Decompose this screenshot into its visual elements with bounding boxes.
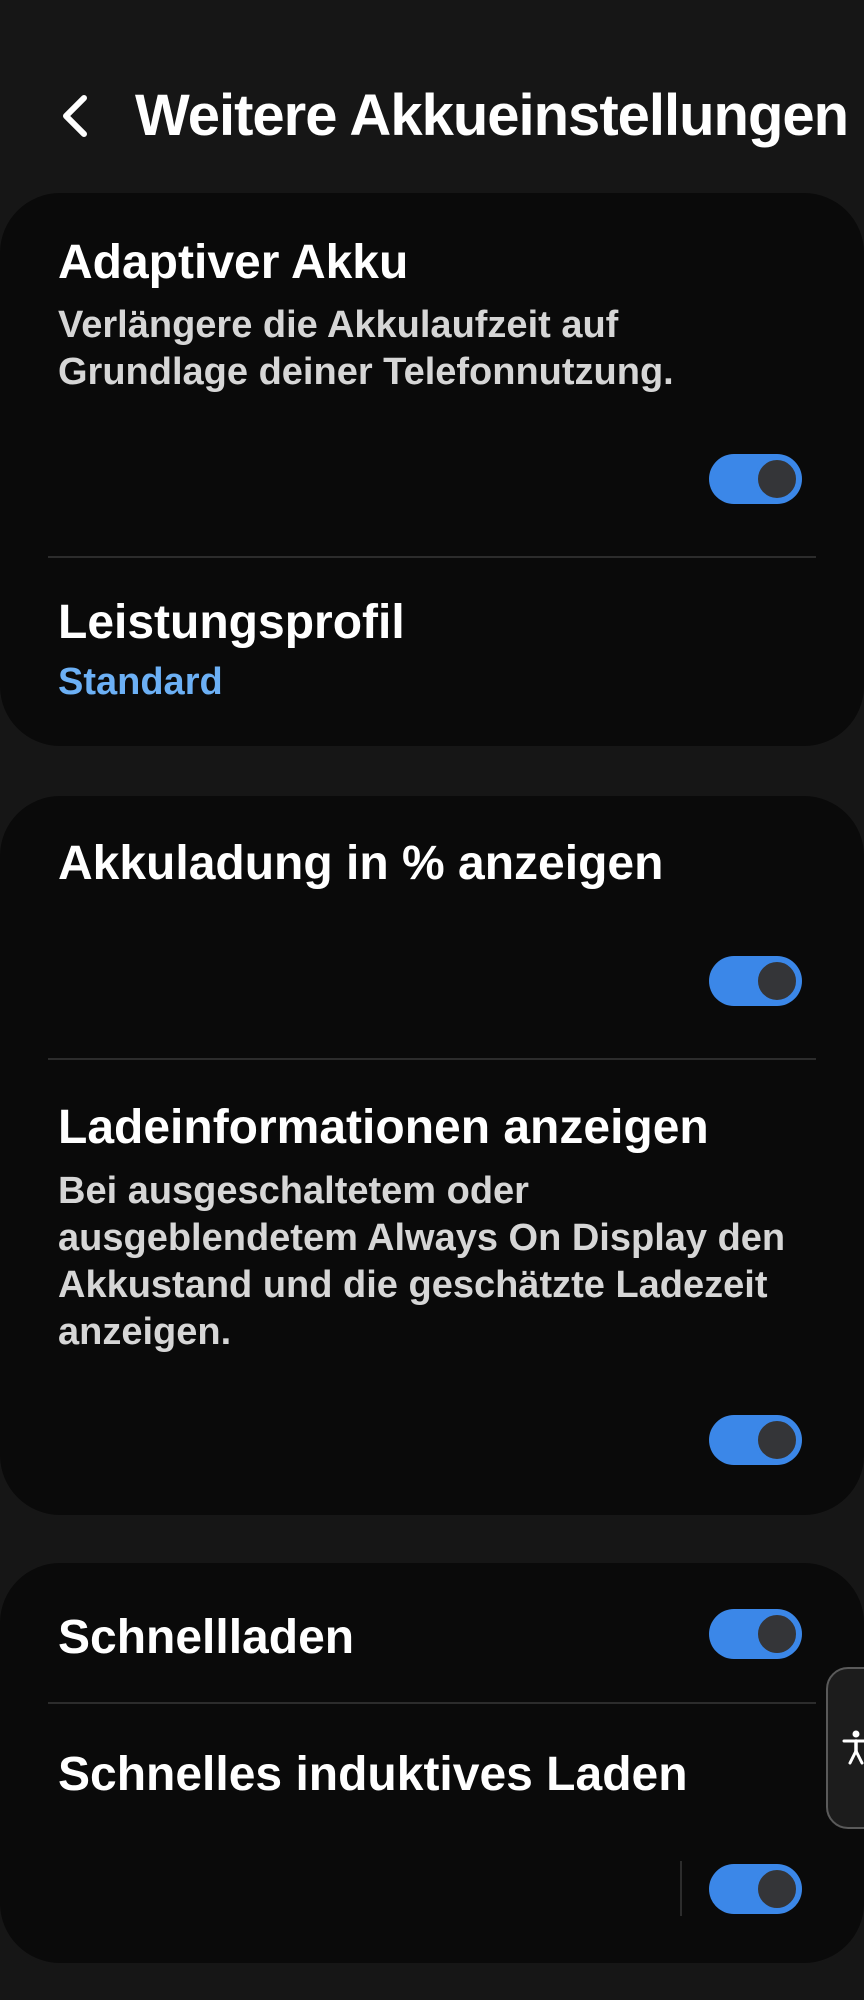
settings-card-charging: Schnellladen Schnelles induktives Laden [0,1563,864,1963]
charging-info-row[interactable]: Ladeinformationen anzeigen Bei ausgescha… [0,1060,864,1515]
charging-info-title: Ladeinformationen anzeigen [58,1101,709,1154]
toggle-knob [755,457,799,501]
adaptive-battery-description: Verlängere die Akkulaufzeit auf Grundlag… [58,304,674,393]
toggle-knob [755,959,799,1003]
adaptive-battery-toggle[interactable] [709,454,802,504]
accessibility-menu-tab[interactable] [826,1667,864,1829]
performance-profile-value: Standard [58,661,223,703]
fast-wireless-charging-title: Schnelles induktives Laden [58,1748,688,1801]
toggle-knob [755,1867,799,1911]
charging-info-toggle[interactable] [709,1415,802,1465]
settings-card-display: Akkuladung in % anzeigen Ladeinformation… [0,796,864,1515]
fast-charging-row[interactable]: Schnellladen [0,1563,864,1702]
battery-percentage-title: Akkuladung in % anzeigen [58,837,664,890]
accessibility-person-icon [842,1730,864,1765]
app-header: Weitere Akkueinstellungen [0,60,864,172]
vertical-separator [680,1861,682,1916]
page-title: Weitere Akkueinstellungen [135,83,849,148]
toggle-knob [755,1612,799,1656]
adaptive-battery-row[interactable]: Adaptiver Akku Verlängere die Akkulaufze… [0,193,864,556]
back-button[interactable] [48,84,104,148]
performance-profile-row[interactable]: Leistungsprofil Standard [0,558,864,746]
chevron-left-icon [63,95,87,137]
battery-percentage-row[interactable]: Akkuladung in % anzeigen [0,796,864,1058]
charging-info-description: Bei ausgeschaltetem oder ausgeblendetem … [58,1170,786,1353]
fast-wireless-charging-toggle[interactable] [709,1864,802,1914]
adaptive-battery-title: Adaptiver Akku [58,236,409,289]
settings-card-adaptive: Adaptiver Akku Verlängere die Akkulaufze… [0,193,864,746]
fast-wireless-charging-row[interactable]: Schnelles induktives Laden [0,1704,864,1963]
battery-percentage-toggle[interactable] [709,956,802,1006]
fast-charging-toggle[interactable] [709,1609,802,1659]
performance-profile-title: Leistungsprofil [58,596,405,649]
toggle-knob [755,1418,799,1462]
fast-charging-title: Schnellladen [58,1611,355,1664]
